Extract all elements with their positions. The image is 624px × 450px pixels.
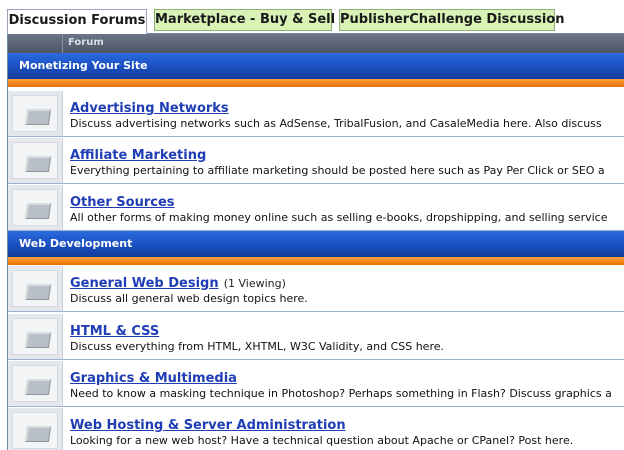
forum-table: Forum Monetizing Your Site Advertising N… xyxy=(7,33,624,450)
forum-row: Graphics & Multimedia Need to know a mas… xyxy=(8,361,624,407)
tab-marketplace[interactable]: Marketplace - Buy & Sell xyxy=(154,9,335,31)
forum-description: Looking for a new web host? Have a techn… xyxy=(70,434,574,447)
folder-icon xyxy=(24,332,52,348)
forum-link-affiliate-marketing[interactable]: Affiliate Marketing xyxy=(70,148,206,163)
category-divider xyxy=(8,257,624,265)
forum-link-html-css[interactable]: HTML & CSS xyxy=(70,324,159,339)
forum-status-cell xyxy=(8,361,63,406)
forum-link-web-hosting[interactable]: Web Hosting & Server Administration xyxy=(70,418,346,433)
forum-status-box xyxy=(12,95,58,132)
forum-status-box xyxy=(12,142,58,179)
category-header-monetizing: Monetizing Your Site xyxy=(8,53,624,80)
forum-tabs: Discussion Forums Marketplace - Buy & Se… xyxy=(0,0,624,34)
column-header-forum: Forum xyxy=(68,37,104,48)
forum-info: Web Hosting & Server Administration Look… xyxy=(70,414,624,447)
category-header-web-development: Web Development xyxy=(8,231,624,258)
forum-link-general-web-design[interactable]: General Web Design xyxy=(70,276,219,291)
forum-row: Web Hosting & Server Administration Look… xyxy=(8,408,624,450)
forum-status-cell xyxy=(8,185,63,230)
category-title: Monetizing Your Site xyxy=(19,59,148,72)
forum-info: General Web Design (1 Viewing) Discuss a… xyxy=(70,272,624,305)
forum-link-graphics-multimedia[interactable]: Graphics & Multimedia xyxy=(70,371,237,386)
forum-description: All other forms of making money online s… xyxy=(70,211,608,224)
forum-info: Other Sources All other forms of making … xyxy=(70,191,624,224)
folder-icon xyxy=(24,284,52,300)
forum-status-cell xyxy=(8,266,63,311)
folder-icon xyxy=(24,379,52,395)
folder-icon xyxy=(24,203,52,219)
forum-description: Discuss advertising networks such as AdS… xyxy=(70,117,602,130)
folder-icon xyxy=(24,109,52,125)
forum-status-cell xyxy=(8,138,63,183)
forum-description: Everything pertaining to affiliate marke… xyxy=(70,164,605,177)
category-divider xyxy=(8,79,624,87)
forum-row: Advertising Networks Discuss advertising… xyxy=(8,91,624,137)
forum-status-box xyxy=(12,365,58,402)
forum-status-cell xyxy=(8,408,63,450)
tab-discussion-forums[interactable]: Discussion Forums xyxy=(7,9,147,34)
forum-row: Other Sources All other forms of making … xyxy=(8,185,624,231)
tab-publisherchallenge[interactable]: PublisherChallenge Discussion xyxy=(339,9,565,31)
forum-row: General Web Design (1 Viewing) Discuss a… xyxy=(8,266,624,312)
forum-info: HTML & CSS Discuss everything from HTML,… xyxy=(70,320,624,353)
forum-status-box xyxy=(12,189,58,226)
forum-row: Affiliate Marketing Everything pertainin… xyxy=(8,138,624,184)
column-header-icon-cell xyxy=(8,34,63,53)
forum-status-box xyxy=(12,318,58,355)
forum-info: Affiliate Marketing Everything pertainin… xyxy=(70,144,624,177)
forum-info: Graphics & Multimedia Need to know a mas… xyxy=(70,367,624,400)
forum-status-cell xyxy=(8,91,63,136)
folder-icon xyxy=(24,156,52,172)
forum-status-box xyxy=(12,270,58,307)
forum-info: Advertising Networks Discuss advertising… xyxy=(70,97,624,130)
forum-status-box xyxy=(12,412,58,449)
viewing-count: (1 Viewing) xyxy=(223,277,286,290)
forum-link-other-sources[interactable]: Other Sources xyxy=(70,195,175,210)
folder-icon xyxy=(24,426,52,442)
column-header: Forum xyxy=(8,34,624,53)
category-title: Web Development xyxy=(19,237,133,250)
forum-row: HTML & CSS Discuss everything from HTML,… xyxy=(8,314,624,360)
forum-link-advertising-networks[interactable]: Advertising Networks xyxy=(70,101,229,116)
forum-status-cell xyxy=(8,314,63,359)
forum-description: Need to know a masking technique in Phot… xyxy=(70,387,612,400)
forum-description: Discuss all general web design topics he… xyxy=(70,292,308,305)
forum-description: Discuss everything from HTML, XHTML, W3C… xyxy=(70,340,444,353)
